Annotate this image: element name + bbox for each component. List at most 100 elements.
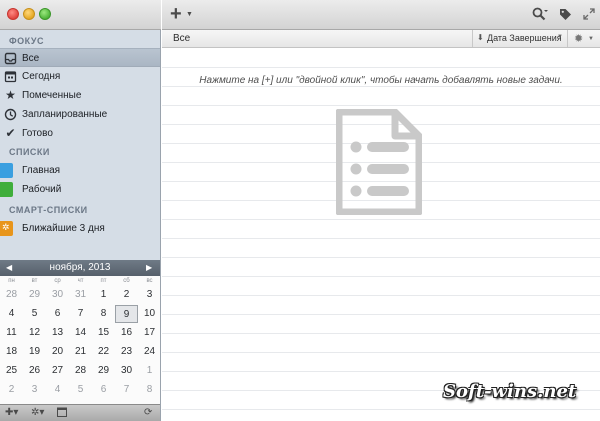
calendar-day[interactable]: 2: [0, 381, 23, 399]
calendar-day[interactable]: 8: [138, 381, 161, 399]
calendar-day[interactable]: 14: [69, 324, 92, 342]
calendar-day[interactable]: 10: [138, 305, 161, 323]
calendar-day[interactable]: 20: [46, 343, 69, 361]
sidebar-item-done[interactable]: ✔ Готово: [0, 124, 160, 143]
calendar-day[interactable]: 2: [115, 286, 138, 304]
view-options-chevron-down-icon[interactable]: ▼: [588, 36, 594, 42]
empty-list-hint: Нажмите на [+] или "двойной клик", чтобы…: [199, 75, 563, 86]
sidebar-item-label: Сегодня: [22, 71, 61, 82]
fullscreen-expand-icon[interactable]: [583, 7, 595, 25]
sidebar-item-label: Запланированные: [22, 109, 108, 120]
calendar-day[interactable]: 12: [23, 324, 46, 342]
calendar-day[interactable]: 25: [0, 362, 23, 380]
inbox-icon: [4, 52, 17, 65]
calendar-day[interactable]: 4: [0, 305, 23, 323]
sidebar-item-label: Ближайшие 3 дня: [22, 223, 105, 234]
sync-icon[interactable]: ⟳: [144, 407, 152, 418]
weekday-label: вс: [146, 278, 153, 284]
weekday-label: вт: [31, 278, 38, 284]
next-month-arrow-icon[interactable]: ▶: [146, 263, 152, 272]
empty-document-icon: [335, 108, 423, 220]
settings-menu-gear-icon[interactable]: ✲▾: [31, 407, 44, 418]
calendar-day[interactable]: 28: [0, 286, 23, 304]
minimize-window-button[interactable]: [23, 8, 35, 20]
sort-direction-arrow-icon: ⬇: [477, 33, 484, 42]
calendar-day[interactable]: 1: [92, 286, 115, 304]
sidebar-item-flagged[interactable]: ★ Помеченные: [0, 86, 160, 105]
sidebar-item-smart-next-3-days[interactable]: ✲ Ближайшие 3 дня: [0, 219, 160, 238]
calendar-month-label: ноября, 2013: [49, 262, 111, 273]
main-toolbar: + ▼: [162, 0, 600, 30]
calendar-day[interactable]: 1: [138, 362, 161, 380]
add-menu-chevron-down-icon[interactable]: ▼: [186, 11, 193, 18]
watermark: Soft-wins.net: [443, 381, 577, 402]
calendar-day[interactable]: 30: [115, 362, 138, 380]
calendar-day[interactable]: 4: [46, 381, 69, 399]
sidebar-item-list-main[interactable]: Главная: [0, 161, 160, 180]
smart-lists-section-header: СМАРТ-СПИСКИ: [9, 205, 88, 215]
chevron-down-icon: ▼: [557, 34, 563, 40]
calendar-day[interactable]: 22: [92, 343, 115, 361]
weekday-label: пн: [8, 278, 15, 284]
calendar-day[interactable]: 30: [46, 286, 69, 304]
sort-by-label: Дата Завершения: [487, 33, 562, 43]
add-list-menu-icon[interactable]: ✚▾: [5, 407, 18, 418]
calendar-day[interactable]: 7: [115, 381, 138, 399]
zoom-window-button[interactable]: [39, 8, 51, 20]
calendar-day[interactable]: 24: [138, 343, 161, 361]
checkmark-icon: ✔: [5, 126, 16, 140]
calendar-day[interactable]: 16: [115, 324, 138, 342]
toggle-calendar-icon[interactable]: [57, 407, 67, 420]
calendar-day[interactable]: 29: [92, 362, 115, 380]
calendar-day[interactable]: 19: [23, 343, 46, 361]
tag-icon[interactable]: [559, 8, 572, 26]
search-icon[interactable]: [532, 7, 548, 26]
list-color-swatch: [0, 163, 13, 178]
close-window-button[interactable]: [7, 8, 19, 20]
calendar-day[interactable]: 27: [46, 362, 69, 380]
weekday-label: пт: [100, 278, 107, 284]
sidebar-item-label: Помеченные: [22, 90, 82, 101]
list-header-bar: Все ⬇ Дата Завершения ▼ ✹ ▼: [162, 30, 600, 48]
calendar-day[interactable]: 5: [23, 305, 46, 323]
add-task-plus-icon[interactable]: +: [170, 3, 182, 26]
calendar-grid: пн вт ср чт пт сб вс 28 29 30 31 1 2 3 4 5 6 7 8 9 10 11 12 13 1…: [0, 276, 160, 404]
focus-section-header: ФОКУС: [9, 36, 44, 46]
sidebar-item-scheduled[interactable]: Запланированные: [0, 105, 160, 124]
calendar-day[interactable]: 29: [23, 286, 46, 304]
calendar-day[interactable]: 26: [23, 362, 46, 380]
weekday-label: ср: [54, 278, 61, 284]
calendar-day[interactable]: 3: [23, 381, 46, 399]
calendar-day[interactable]: 21: [69, 343, 92, 361]
calendar-day[interactable]: 5: [69, 381, 92, 399]
sidebar-item-today[interactable]: Сегодня: [0, 67, 160, 86]
sidebar-item-label: Готово: [22, 128, 53, 139]
calendar-day[interactable]: 17: [138, 324, 161, 342]
calendar-day[interactable]: 6: [46, 305, 69, 323]
smart-list-gear-icon: ✲: [0, 221, 13, 236]
calendar-day[interactable]: 3: [138, 286, 161, 304]
calendar-day[interactable]: 13: [46, 324, 69, 342]
calendar-day[interactable]: 18: [0, 343, 23, 361]
lists-section-header: СПИСКИ: [9, 147, 50, 157]
calendar-day[interactable]: 9: [115, 305, 138, 323]
sort-by-button[interactable]: ⬇ Дата Завершения ▼: [472, 30, 568, 47]
star-icon: ★: [5, 88, 16, 102]
calendar-day[interactable]: 28: [69, 362, 92, 380]
view-options-gear-icon[interactable]: ✹: [574, 32, 583, 45]
task-list-area[interactable]: Нажмите на [+] или "двойной клик", чтобы…: [162, 49, 600, 421]
sidebar-item-list-work[interactable]: Рабочий: [0, 180, 160, 199]
calendar-day[interactable]: 11: [0, 324, 23, 342]
calendar-day[interactable]: 31: [69, 286, 92, 304]
sidebar-item-label: Рабочий: [22, 184, 62, 195]
calendar-day[interactable]: 23: [115, 343, 138, 361]
weekday-label: чт: [77, 278, 84, 284]
sidebar-item-label: Все: [22, 53, 40, 64]
calendar-day[interactable]: 7: [69, 305, 92, 323]
calendar-day[interactable]: 6: [92, 381, 115, 399]
sidebar-item-all[interactable]: Все: [0, 48, 160, 67]
weekday-label: сб: [123, 278, 130, 284]
calendar-header: ◀ ноября, 2013 ▶: [0, 260, 160, 276]
calendar-day[interactable]: 15: [92, 324, 115, 342]
calendar-day[interactable]: 8: [92, 305, 115, 323]
